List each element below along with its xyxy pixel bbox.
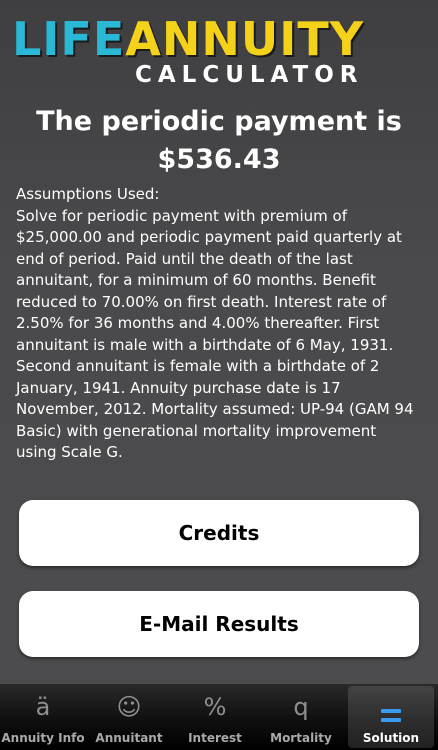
tab-label: Interest <box>188 731 242 745</box>
tab-label: Solution <box>362 731 420 745</box>
tab-interest[interactable]: % Interest <box>172 684 258 750</box>
tab-label: Mortality <box>270 731 332 745</box>
equals-icon <box>381 692 401 722</box>
result-value: $536.43 <box>157 144 281 175</box>
tab-bar: ä Annuity Info ☺ Annuitant % Interest q … <box>0 684 438 750</box>
a-umlaut-icon: ä <box>35 693 51 721</box>
logo-life-text: LIFE <box>12 12 126 66</box>
tab-annuitant[interactable]: ☺ Annuitant <box>86 684 172 750</box>
assumptions-block: Assumptions Used: Solve for periodic pay… <box>16 184 416 464</box>
percent-icon: % <box>203 693 227 721</box>
assumptions-text: Solve for periodic payment with premium … <box>16 206 414 462</box>
main-screen: LIFEANNUITY CALCULATOR The periodic paym… <box>0 0 438 684</box>
tab-annuity-info[interactable]: ä Annuity Info <box>0 684 86 750</box>
result-title: The periodic payment is <box>36 106 402 137</box>
smiley-icon: ☺ <box>116 693 142 721</box>
credits-button[interactable]: Credits <box>19 500 419 566</box>
tab-solution[interactable]: Solution <box>348 686 434 748</box>
logo-title: LIFEANNUITY <box>12 14 364 64</box>
q-letter-icon: q <box>293 693 309 721</box>
tab-label: Annuitant <box>95 731 163 745</box>
tab-mortality[interactable]: q Mortality <box>258 684 344 750</box>
logo-calculator-text: CALCULATOR <box>135 62 364 88</box>
app-logo: LIFEANNUITY CALCULATOR <box>0 14 438 94</box>
tab-label: Annuity Info <box>1 731 85 745</box>
assumptions-heading: Assumptions Used: <box>16 185 160 203</box>
logo-annuity-text: ANNUITY <box>125 12 365 66</box>
email-results-button[interactable]: E-Mail Results <box>19 591 419 657</box>
